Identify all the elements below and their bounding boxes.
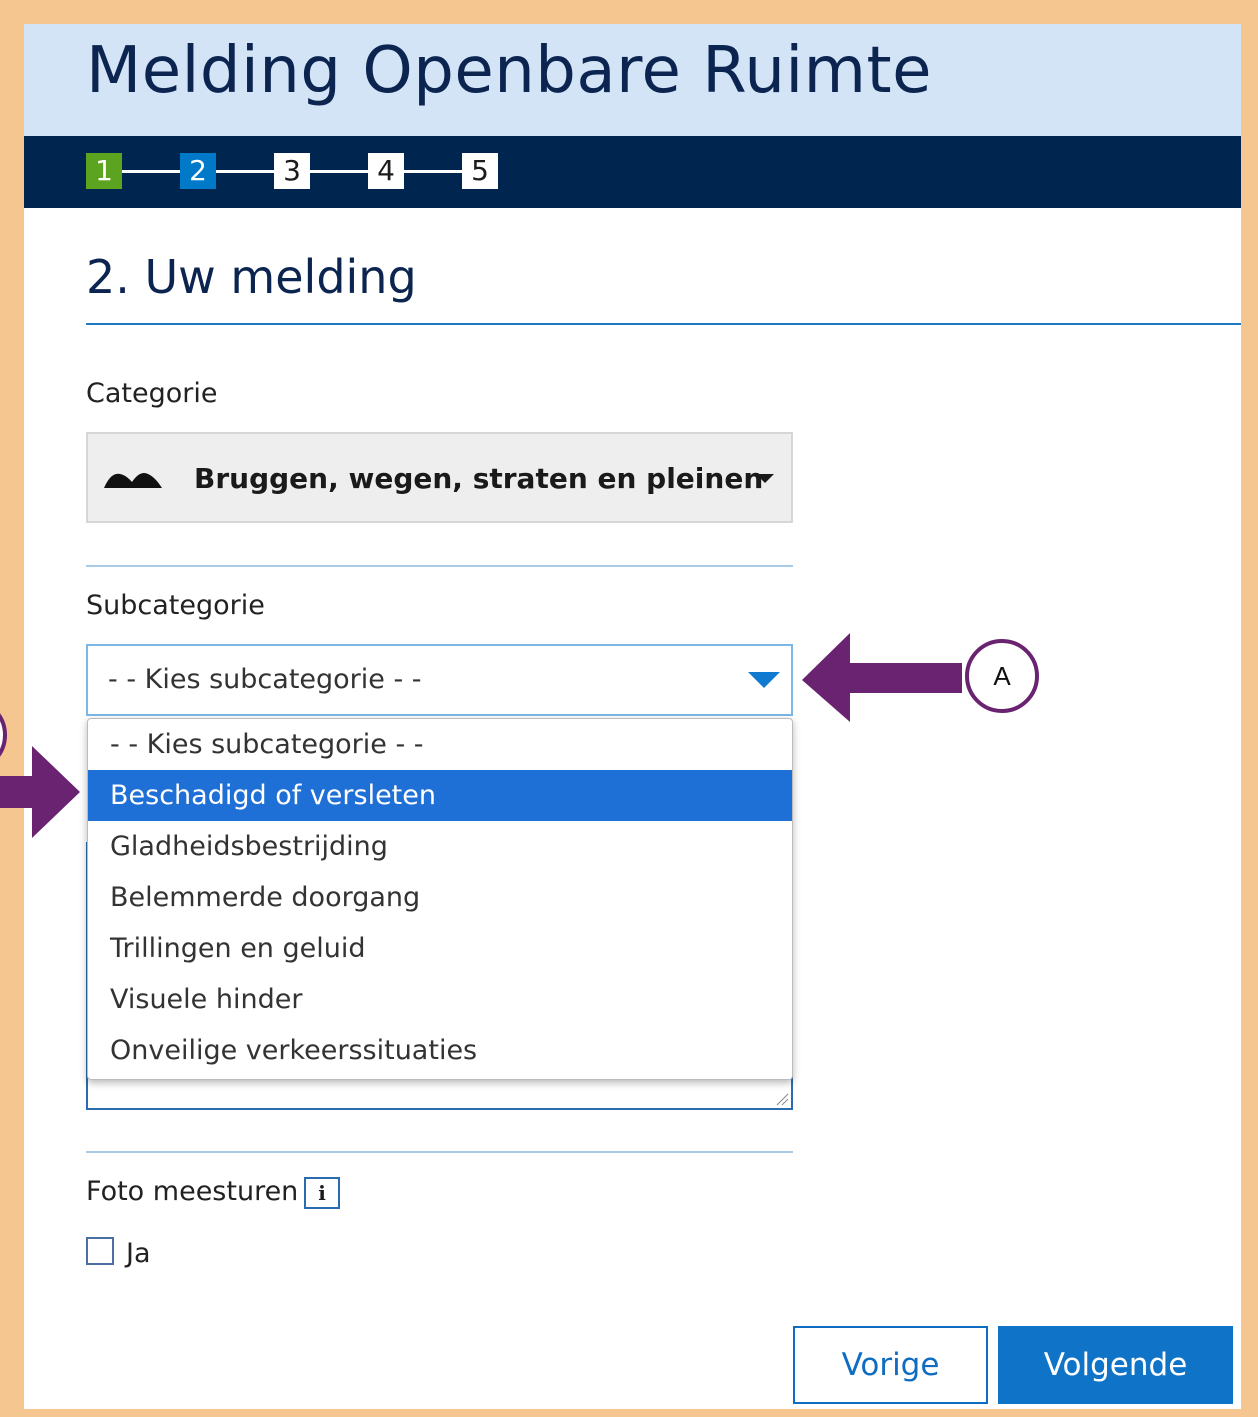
step-2[interactable]: 2 [180,153,216,189]
dropdown-option-highlighted[interactable]: Beschadigd of versleten [88,770,792,821]
dropdown-option[interactable]: Visuele hinder [88,974,792,1025]
resize-handle-icon[interactable] [775,1092,789,1106]
chevron-down-icon [756,474,774,483]
step-1[interactable]: 1 [86,153,122,189]
form-panel: Melding Openbare Ruimte 1 2 3 4 5 2. Uw … [24,24,1241,1409]
checkbox-label: Ja [126,1238,151,1269]
dropdown-option[interactable]: - - Kies subcategorie - - [88,719,792,770]
field-divider [86,1151,793,1153]
section-divider [86,323,1241,325]
section-title: 2. Uw melding [86,250,417,304]
subcategorie-dropdown-list: - - Kies subcategorie - - Beschadigd of … [87,718,793,1080]
dropdown-option[interactable]: Trillingen en geluid [88,923,792,974]
step-4: 4 [368,153,404,189]
step-connector [216,170,274,173]
annotation-marker-a: A [993,661,1011,691]
subcategorie-select[interactable]: - - Kies subcategorie - - [86,644,793,716]
page-header: Melding Openbare Ruimte [24,24,1241,136]
subcategorie-label: Subcategorie [86,590,265,621]
dropdown-option[interactable]: Onveilige verkeerssituaties [88,1025,792,1076]
step-progress-bar: 1 2 3 4 5 [24,136,1241,208]
step-3: 3 [274,153,310,189]
foto-checkbox[interactable] [86,1237,114,1265]
step-connector [404,170,462,173]
road-bumps-icon [104,473,162,488]
previous-button[interactable]: Vorige [793,1326,988,1404]
foto-label: Foto meesturen [86,1176,299,1207]
categorie-value: Bruggen, wegen, straten en pleinen [194,462,764,495]
step-connector [122,170,180,173]
next-button[interactable]: Volgende [998,1326,1233,1404]
dropdown-option[interactable]: Gladheidsbestrijding [88,821,792,872]
chevron-down-icon [748,672,780,688]
categorie-label: Categorie [86,378,218,409]
subcategorie-value: - - Kies subcategorie - - [108,664,422,695]
info-icon[interactable]: i [304,1177,340,1209]
field-divider [86,565,793,567]
step-connector [310,170,368,173]
app-title: Melding Openbare Ruimte [86,34,932,108]
categorie-select[interactable]: Bruggen, wegen, straten en pleinen [86,432,793,523]
dropdown-option[interactable]: Belemmerde doorgang [88,872,792,923]
step-5: 5 [462,153,498,189]
